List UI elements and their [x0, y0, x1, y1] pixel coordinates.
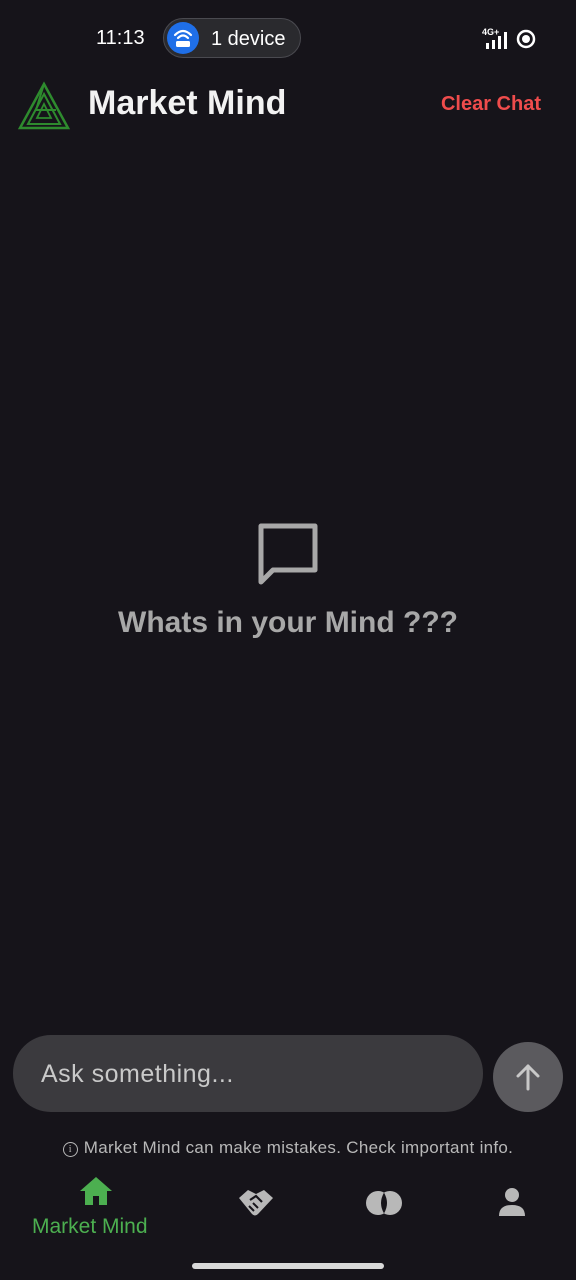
home-icon [80, 1177, 112, 1205]
nav-item-deals[interactable] [226, 1170, 286, 1256]
message-input[interactable] [39, 1035, 461, 1114]
signal-icon [486, 32, 507, 49]
info-icon: i [62, 1142, 78, 1157]
app-screen: 11:13 1 device 4G+ Market Mind Clear Cha… [0, 0, 576, 1280]
status-time: 11:13 [96, 27, 145, 49]
nav-item-label: Market Mind [32, 1215, 148, 1238]
app-header: Market Mind Clear Chat [0, 76, 576, 136]
empty-state: Whats in your Mind ??? [0, 518, 576, 640]
disclaimer-text: Market Mind can make mistakes. Check imp… [83, 1138, 514, 1157]
bottom-nav: Market Mind [0, 1170, 576, 1256]
empty-state-message: Whats in your Mind ??? [118, 606, 458, 639]
record-icon [516, 29, 536, 49]
person-icon [499, 1188, 525, 1216]
disclaimer: i Market Mind can make mistakes. Check im… [0, 1138, 576, 1158]
message-input-container [13, 1035, 483, 1114]
hotspot-pill[interactable]: 1 device [163, 18, 301, 58]
page-title: Market Mind [88, 84, 287, 122]
arrow-up-icon [516, 1064, 540, 1091]
send-button[interactable] [493, 1042, 563, 1112]
status-icons: 4G+ [480, 27, 540, 51]
handshake-icon [239, 1190, 273, 1216]
nav-item-market-mind[interactable]: Market Mind [28, 1170, 168, 1256]
nav-item-compare[interactable] [354, 1170, 414, 1256]
hotspot-label: 1 device [211, 28, 286, 50]
chat-bubble-icon [258, 523, 318, 585]
circles-icon [366, 1191, 402, 1215]
hotspot-icon [167, 22, 199, 54]
clear-chat-button[interactable]: Clear Chat [441, 93, 541, 116]
home-indicator [192, 1263, 384, 1269]
app-logo-icon [17, 81, 71, 130]
nav-item-profile[interactable] [482, 1170, 542, 1256]
status-bar: 11:13 1 device 4G+ [0, 0, 576, 76]
